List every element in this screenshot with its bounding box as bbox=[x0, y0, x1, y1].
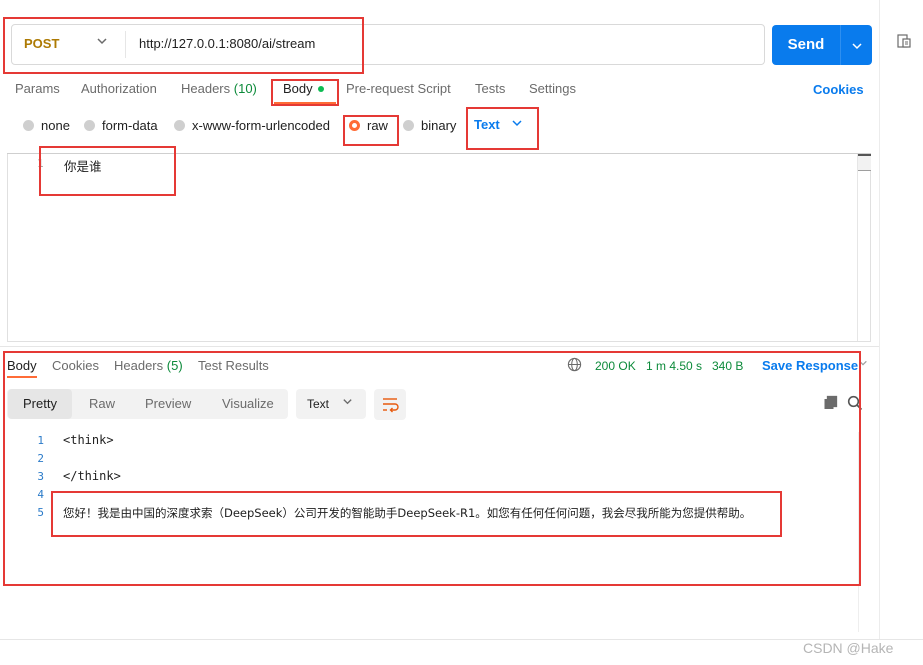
radio-x-www-form-urlencoded[interactable]: x-www-form-urlencoded bbox=[174, 118, 330, 133]
tab-body[interactable]: Body bbox=[283, 81, 324, 96]
response-line-number: 3 bbox=[37, 470, 44, 483]
url-divider bbox=[125, 31, 126, 58]
request-body-editor[interactable] bbox=[7, 153, 871, 342]
response-tab-headers-count: (5) bbox=[166, 358, 183, 373]
radio-label: raw bbox=[367, 118, 388, 133]
radio-circle[interactable] bbox=[84, 120, 95, 131]
radio-none[interactable]: none bbox=[23, 118, 70, 133]
tab-body-label: Body bbox=[283, 81, 313, 96]
radio-form-data[interactable]: form-data bbox=[84, 118, 158, 133]
tab-headers-count: (10) bbox=[233, 81, 257, 96]
radio-circle[interactable] bbox=[23, 120, 34, 131]
radio-circle[interactable] bbox=[174, 120, 185, 131]
view-visualize-button[interactable]: Visualize bbox=[222, 389, 274, 419]
response-line-number: 1 bbox=[37, 434, 44, 447]
status-code[interactable]: 200 OK bbox=[595, 359, 636, 373]
response-line: 您好！我是由中国的深度求索（DeepSeek）公司开发的智能助手DeepSeek… bbox=[63, 506, 752, 520]
raw-format-select[interactable]: Text bbox=[474, 117, 500, 132]
save-response-button[interactable]: Save Response bbox=[762, 358, 858, 373]
response-line-number: 5 bbox=[37, 506, 44, 519]
response-line-number: 4 bbox=[37, 488, 44, 501]
copy-icon[interactable] bbox=[823, 395, 839, 411]
response-scrollbar[interactable] bbox=[858, 432, 859, 632]
search-icon[interactable] bbox=[847, 395, 863, 411]
response-size[interactable]: 340 B bbox=[712, 359, 743, 373]
response-tab-cookies[interactable]: Cookies bbox=[52, 358, 99, 373]
response-tab-headers[interactable]: Headers (5) bbox=[114, 358, 183, 373]
highlight-box-response bbox=[3, 351, 861, 586]
radio-label: none bbox=[41, 118, 70, 133]
send-label[interactable]: Send bbox=[772, 25, 840, 65]
radio-circle-selected[interactable] bbox=[349, 120, 360, 131]
radio-label: x-www-form-urlencoded bbox=[192, 118, 330, 133]
radio-circle[interactable] bbox=[403, 120, 414, 131]
wrap-lines-icon[interactable] bbox=[374, 389, 406, 420]
chevron-down-icon[interactable] bbox=[342, 396, 353, 410]
watermark: CSDN @Hake bbox=[803, 640, 894, 656]
response-tab-body[interactable]: Body bbox=[7, 358, 37, 373]
method-select[interactable]: POST bbox=[24, 36, 59, 51]
radio-label: form-data bbox=[102, 118, 158, 133]
tab-tests[interactable]: Tests bbox=[475, 81, 505, 96]
chevron-down-icon[interactable] bbox=[841, 25, 872, 65]
tab-settings[interactable]: Settings bbox=[529, 81, 576, 96]
tab-headers[interactable]: Headers (10) bbox=[181, 81, 257, 96]
response-tab-headers-label: Headers bbox=[114, 358, 164, 373]
right-sidebar-border bbox=[879, 0, 880, 664]
tab-pre-request-script[interactable]: Pre-request Script bbox=[346, 81, 451, 96]
tab-params[interactable]: Params bbox=[15, 81, 60, 96]
response-line-number: 2 bbox=[37, 452, 44, 465]
send-button[interactable]: Send bbox=[772, 25, 872, 65]
editor-line-number: 1 bbox=[37, 157, 44, 170]
response-line: </think> bbox=[63, 469, 121, 483]
radio-binary[interactable]: binary bbox=[403, 118, 456, 133]
response-format-label[interactable]: Text bbox=[307, 397, 329, 411]
body-modified-dot bbox=[317, 85, 324, 92]
editor-scrollbar[interactable] bbox=[857, 154, 872, 341]
url-input[interactable]: http://127.0.0.1:8080/ai/stream bbox=[139, 36, 315, 51]
editor-scroll-thumb[interactable] bbox=[858, 154, 871, 171]
view-pretty-button[interactable]: Pretty bbox=[8, 389, 72, 419]
active-tab-underline bbox=[274, 102, 336, 104]
document-icon[interactable] bbox=[896, 33, 912, 49]
view-raw-button[interactable]: Raw bbox=[89, 389, 115, 419]
view-preview-button[interactable]: Preview bbox=[145, 389, 191, 419]
response-tab-test-results[interactable]: Test Results bbox=[198, 358, 269, 373]
response-active-tab-underline bbox=[7, 376, 37, 378]
editor-top-border bbox=[7, 153, 871, 154]
response-time[interactable]: 1 m 4.50 s bbox=[646, 359, 702, 373]
response-divider bbox=[0, 346, 879, 347]
tab-authorization[interactable]: Authorization bbox=[81, 81, 157, 96]
wrap-lines-button[interactable] bbox=[374, 389, 406, 420]
editor-line[interactable]: 你是谁 bbox=[64, 156, 102, 175]
tab-headers-label: Headers bbox=[181, 81, 231, 96]
chevron-down-icon[interactable] bbox=[511, 117, 523, 132]
radio-raw[interactable]: raw bbox=[349, 118, 388, 133]
chevron-down-icon[interactable] bbox=[96, 35, 108, 50]
globe-icon[interactable] bbox=[567, 357, 582, 372]
radio-label: binary bbox=[421, 118, 457, 133]
cookies-link[interactable]: Cookies bbox=[813, 82, 864, 97]
chevron-down-icon[interactable] bbox=[858, 358, 868, 371]
response-line: <think> bbox=[63, 433, 114, 447]
status-bar bbox=[0, 639, 923, 665]
